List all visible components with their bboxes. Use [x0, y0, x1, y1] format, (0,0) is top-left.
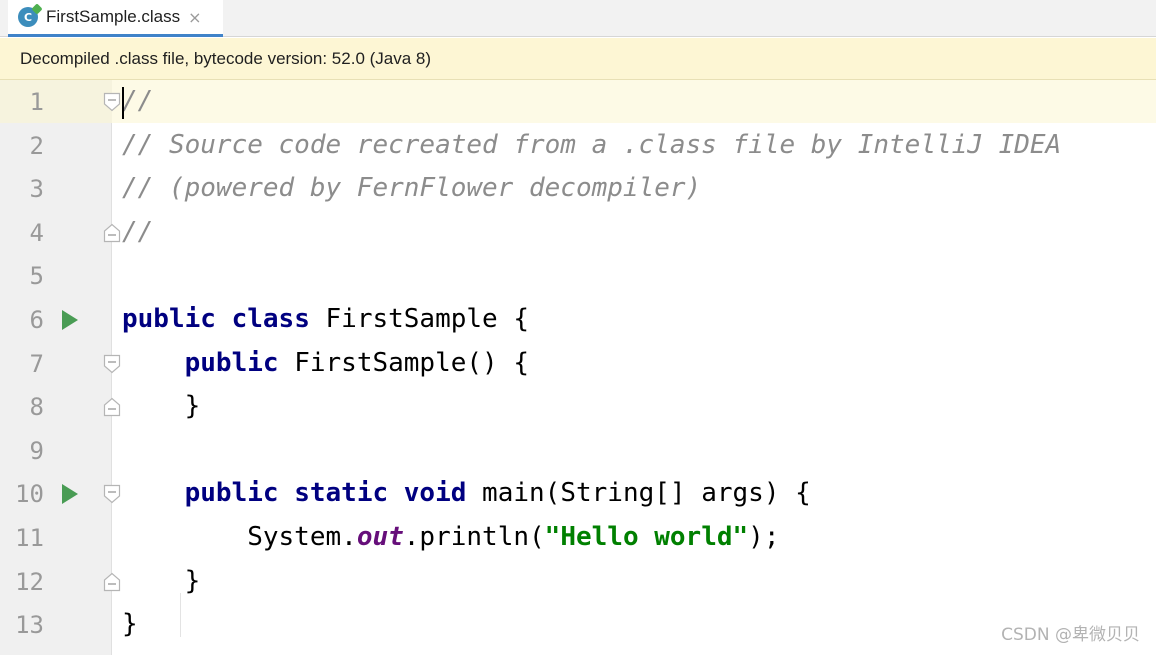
- code-text: System.out.println("Hello world");: [122, 522, 779, 552]
- token-text: }: [122, 565, 201, 596]
- code-text: public FirstSample() {: [122, 348, 529, 378]
- token-text: FirstSample() {: [278, 347, 529, 378]
- editor-tab-bar: C FirstSample.class ×: [0, 0, 1156, 37]
- fold-collapse-icon[interactable]: [103, 92, 121, 112]
- token-kw: static: [294, 478, 389, 509]
- tab-label: FirstSample.class: [46, 7, 181, 26]
- code-text: }: [122, 565, 201, 596]
- fold-end-icon[interactable]: [103, 397, 121, 417]
- code-line[interactable]: 8 }: [0, 385, 1156, 429]
- line-number: 4: [29, 218, 44, 247]
- token-text: );: [748, 522, 780, 552]
- line-number: 8: [29, 393, 44, 422]
- line-number: 5: [29, 262, 44, 291]
- fold-collapse-icon[interactable]: [103, 354, 121, 374]
- code-line[interactable]: 9: [0, 429, 1156, 473]
- run-icon[interactable]: [62, 484, 78, 505]
- watermark: CSDN @卑微贝贝: [1001, 625, 1140, 645]
- token-kw: public: [122, 304, 216, 334]
- code-line[interactable]: 7 public FirstSample() {: [0, 342, 1156, 386]
- code-editor[interactable]: 1 // 2 // Source code recreated from a .cla…: [0, 80, 1156, 655]
- code-text: // Source code recreated from a .class f…: [122, 130, 1061, 160]
- token-kw: void: [403, 478, 467, 509]
- token-comment: // (powered by FernFlower decompiler): [122, 173, 702, 204]
- token-text: }: [122, 609, 138, 640]
- code-text: }: [122, 609, 138, 639]
- token-text: FirstSample {: [309, 304, 530, 334]
- fold-end-icon[interactable]: [103, 572, 121, 592]
- close-icon[interactable]: ×: [188, 8, 201, 27]
- token-field: out: [356, 522, 404, 552]
- fold-collapse-icon[interactable]: [103, 484, 121, 504]
- line-number: 1: [29, 88, 44, 116]
- token-kw: class: [231, 304, 310, 334]
- code-line[interactable]: 4 //: [0, 211, 1156, 255]
- decompiled-notice-banner: Decompiled .class file, bytecode version…: [0, 38, 1156, 80]
- code-line[interactable]: 3 // (powered by FernFlower decompiler): [0, 167, 1156, 211]
- text-caret: [122, 87, 124, 119]
- token-kw: public: [184, 478, 279, 509]
- token-comment: //: [122, 216, 154, 247]
- run-icon[interactable]: [62, 310, 78, 330]
- line-number: 12: [15, 567, 44, 596]
- token-kw: public: [184, 347, 279, 378]
- code-text: public class FirstSample {: [122, 304, 529, 334]
- token-comment: //: [122, 86, 154, 116]
- token-text: }: [122, 391, 201, 422]
- token-text: System.: [122, 522, 357, 552]
- code-line[interactable]: 10 public static void main(String[] args…: [0, 472, 1156, 516]
- code-text: }: [122, 391, 201, 422]
- code-line[interactable]: 2 // Source code recreated from a .class …: [0, 124, 1156, 168]
- code-line[interactable]: 12 }: [0, 560, 1156, 604]
- banner-text: Decompiled .class file, bytecode version…: [20, 48, 432, 68]
- token-text: .println(: [403, 522, 545, 552]
- code-line[interactable]: 6 public class FirstSample {: [0, 298, 1156, 342]
- fold-end-icon[interactable]: [103, 223, 121, 243]
- line-number: 2: [29, 131, 44, 160]
- code-text: //: [122, 86, 153, 116]
- code-text: //: [122, 217, 153, 247]
- line-number: 6: [29, 306, 44, 334]
- code-line[interactable]: 1 //: [0, 80, 1156, 124]
- line-number: 11: [15, 524, 44, 552]
- token-str: "Hello world": [544, 522, 749, 552]
- code-line[interactable]: 11 System.out.println("Hello world");: [0, 516, 1156, 560]
- token-text: main(String[] args) {: [466, 478, 811, 509]
- code-line[interactable]: 5: [0, 254, 1156, 298]
- class-file-icon-letter: C: [23, 10, 33, 24]
- tab-firstsample-class[interactable]: C FirstSample.class ×: [8, 0, 223, 37]
- line-number: 3: [29, 175, 44, 204]
- code-line[interactable]: 13}: [0, 603, 1156, 647]
- code-text: public static void main(String[] args) {: [122, 478, 811, 508]
- class-file-icon: C: [18, 7, 38, 27]
- line-number: 10: [15, 480, 44, 509]
- code-text: // (powered by FernFlower decompiler): [122, 173, 701, 203]
- token-comment: // Source code recreated from a .class f…: [122, 129, 1062, 160]
- line-number: 9: [29, 436, 44, 465]
- line-number: 7: [29, 349, 44, 378]
- line-number: 13: [15, 611, 44, 640]
